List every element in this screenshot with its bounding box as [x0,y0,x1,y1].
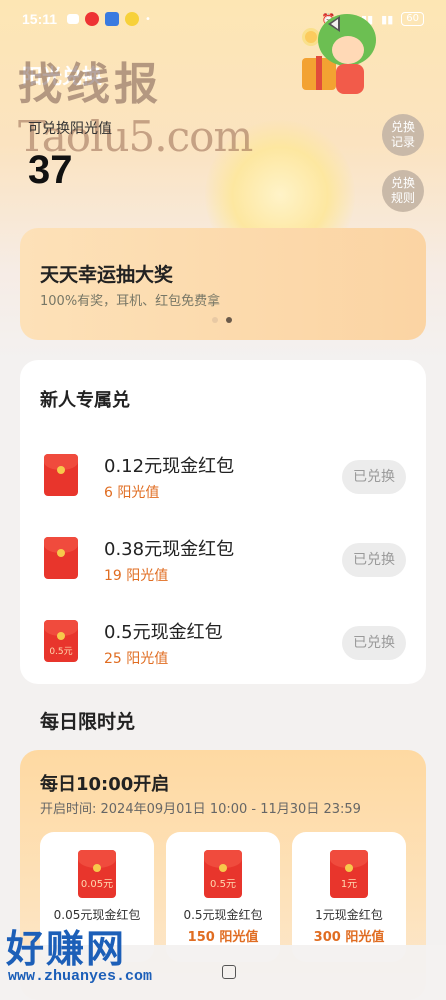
red-envelope-icon: 0.05元 [78,850,116,898]
carousel-dot-active [226,317,232,323]
red-envelope-icon [44,454,78,496]
mascot-face [332,36,364,64]
new-user-exchange-card: 新人专属兑 0.12元现金红包 6 阳光值 已兑换 0.38元现金红包 19 阳… [20,360,426,684]
item-cost: 6 阳光值 [104,485,160,501]
status-bar: 15:11 • ⏰ ◠ ▮▮ ▮▮ 60 [0,0,446,38]
daily-title: 每日10:00开启 [40,774,170,795]
tile-cost: 300 阳光值 [313,930,385,945]
red-app-icon [85,12,100,26]
red-envelope-icon: 0.5元 [44,620,78,662]
exchange-rules-button[interactable]: 兑换规则 [382,170,424,212]
notification-icons: • [67,12,151,26]
status-time: 15:11 [22,11,58,27]
gift-ribbon [316,56,322,90]
dot-icon: • [145,13,151,25]
redeemed-button[interactable]: 已兑换 [342,543,406,577]
redeemed-button[interactable]: 已兑换 [342,460,406,494]
item-cost: 19 阳光值 [104,568,169,584]
points-label: 可兑换阳光值 [28,121,112,137]
card-title: 新人专属兑 [40,390,130,411]
item-name: 0.12元现金红包 [104,456,235,477]
tile-name: 0.5元现金红包 [183,908,263,922]
battery-icon: 60 [401,12,424,26]
daily-time-range: 开启时间: 2024年09月01日 10:00 - 11月30日 23:59 [40,802,361,817]
tile-name: 1元现金红包 [315,908,383,922]
signal-icon-2: ▮▮ [381,12,394,26]
item-name: 0.5元现金红包 [104,622,223,643]
exchange-record-button[interactable]: 兑换记录 [382,114,424,156]
watermark-bottom: 好赚网 [6,927,127,971]
watermark-bottom-url: www.zhuanyes.com [8,968,153,985]
mascot-body [336,64,364,94]
daily-section-title: 每日限时兑 [40,711,136,733]
redeemed-button[interactable]: 已兑换 [342,626,406,660]
red-envelope-icon [44,537,78,579]
list-item: 0.38元现金红包 19 阳光值 已兑换 [20,527,426,597]
daily-tile[interactable]: 1元 1元现金红包 300 阳光值 [292,832,406,962]
banner-subtitle: 100%有奖，耳机、红包免费拿 [40,294,221,309]
red-envelope-icon: 1元 [330,850,368,898]
item-name: 0.38元现金红包 [104,539,235,560]
list-item: 0.12元现金红包 6 阳光值 已兑换 [20,444,426,514]
list-item: 0.5元 0.5元现金红包 25 阳光值 已兑换 [20,610,426,680]
item-cost: 25 阳光值 [104,651,169,667]
home-square-icon[interactable] [222,965,236,979]
tile-cost: 150 阳光值 [187,930,259,945]
yellow-app-icon [125,12,140,26]
blue-app-icon [105,12,120,26]
carousel-dot [212,317,218,323]
points-value: 37 [28,148,73,192]
red-envelope-icon: 0.5元 [204,850,242,898]
lucky-draw-banner[interactable]: 天天幸运抽大奖 100%有奖，耳机、红包免费拿 [20,228,426,340]
daily-tile[interactable]: 0.5元 0.5元现金红包 150 阳光值 [166,832,280,962]
app-notification-icon [67,14,80,24]
back-icon-inner [331,19,338,29]
banner-title: 天天幸运抽大奖 [40,264,174,286]
watermark-top: 找线报 [18,59,162,110]
carousel-indicator [212,317,232,323]
